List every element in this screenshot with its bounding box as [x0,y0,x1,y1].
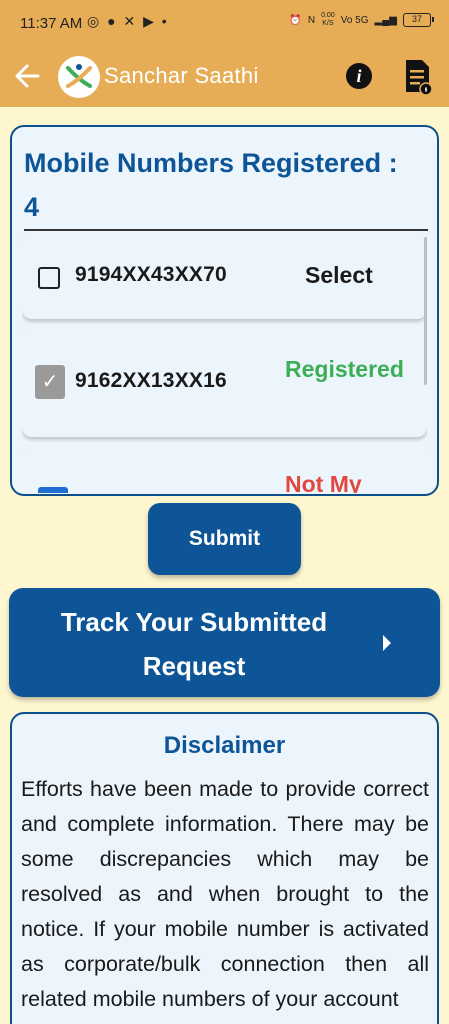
battery-level: 37 [411,14,422,24]
back-button[interactable] [12,58,44,94]
disclaimer-text: Efforts have been made to provide correc… [21,777,429,1011]
x-icon: ✕ [123,13,138,29]
disclaimer-card: Disclaimer Efforts have been made to pro… [10,712,439,1024]
registered-numbers-card: Mobile Numbers Registered : 4 9194XX43XX… [10,125,439,496]
phone-number: 9194XX43XX70 [75,263,227,286]
net-speed-unit: K/S [322,20,334,27]
track-request-button[interactable]: Track Your Submitted Request [9,588,440,697]
signal-icon: ▂▄▆ [374,14,397,26]
app-header: 11:37 AM ◎ ● ✕ ▶ • ⏰ N 0.00 K/S Vo 5G ▂▄… [0,0,449,107]
track-request-label: Track Your Submitted Request [60,607,328,681]
status-time: 11:37 AM [20,15,83,32]
chat-icon: ● [107,13,118,29]
info-button[interactable]: i [346,63,372,89]
system-icons: ⏰ N 0.00 K/S Vo 5G ▂▄▆ 37 [289,12,434,28]
info-icon: i [356,66,362,86]
document-info-button[interactable] [402,58,434,96]
whatsapp-icon: ◎ [87,13,102,29]
sanchar-saathi-logo [58,56,100,98]
battery-icon: 37 [403,13,434,27]
document-icon [406,60,433,96]
disclaimer-title: Disclaimer [163,732,286,759]
chevron-right-icon [383,635,391,651]
dot-icon: • [161,13,169,29]
checked-checkbox[interactable]: ✓ [35,365,65,399]
youtube-icon: ▶ [143,13,156,29]
number-row[interactable]: Not My [22,445,427,493]
status-select[interactable]: Select [305,262,373,289]
card-heading: Mobile Numbers Registered : 4 [24,148,398,222]
submit-button[interactable]: Submit [148,503,301,575]
select-checkbox[interactable] [38,267,60,289]
heading-divider [24,229,428,231]
notification-icons: ◎ ● ✕ ▶ • [87,13,169,30]
status-not-mine[interactable]: Not My [285,471,362,493]
nfc-icon: N [307,14,316,26]
phone-number: 9162XX13XX16 [75,369,227,392]
select-checkbox[interactable] [38,487,68,493]
status-registered: Registered [285,356,404,382]
app-title: Sanchar Saathi [104,63,259,88]
list-scrollbar[interactable] [424,237,427,385]
net-speed: 0.00 K/S [321,12,335,28]
net-speed-value: 0.00 [321,12,335,19]
network-label: Vo 5G [340,14,369,26]
number-row[interactable]: 9194XX43XX70 Select [22,235,427,319]
logo-icon [59,57,99,97]
number-row[interactable]: ✓ 9162XX13XX16 Registered [22,325,427,437]
back-arrow-icon [15,64,40,88]
numbers-list[interactable]: 9194XX43XX70 Select ✓ 9162XX13XX16 Regis… [22,233,427,493]
alarm-icon: ⏰ [289,14,302,26]
status-bar: 11:37 AM ◎ ● ✕ ▶ • ⏰ N 0.00 K/S Vo 5G ▂▄… [0,0,449,48]
